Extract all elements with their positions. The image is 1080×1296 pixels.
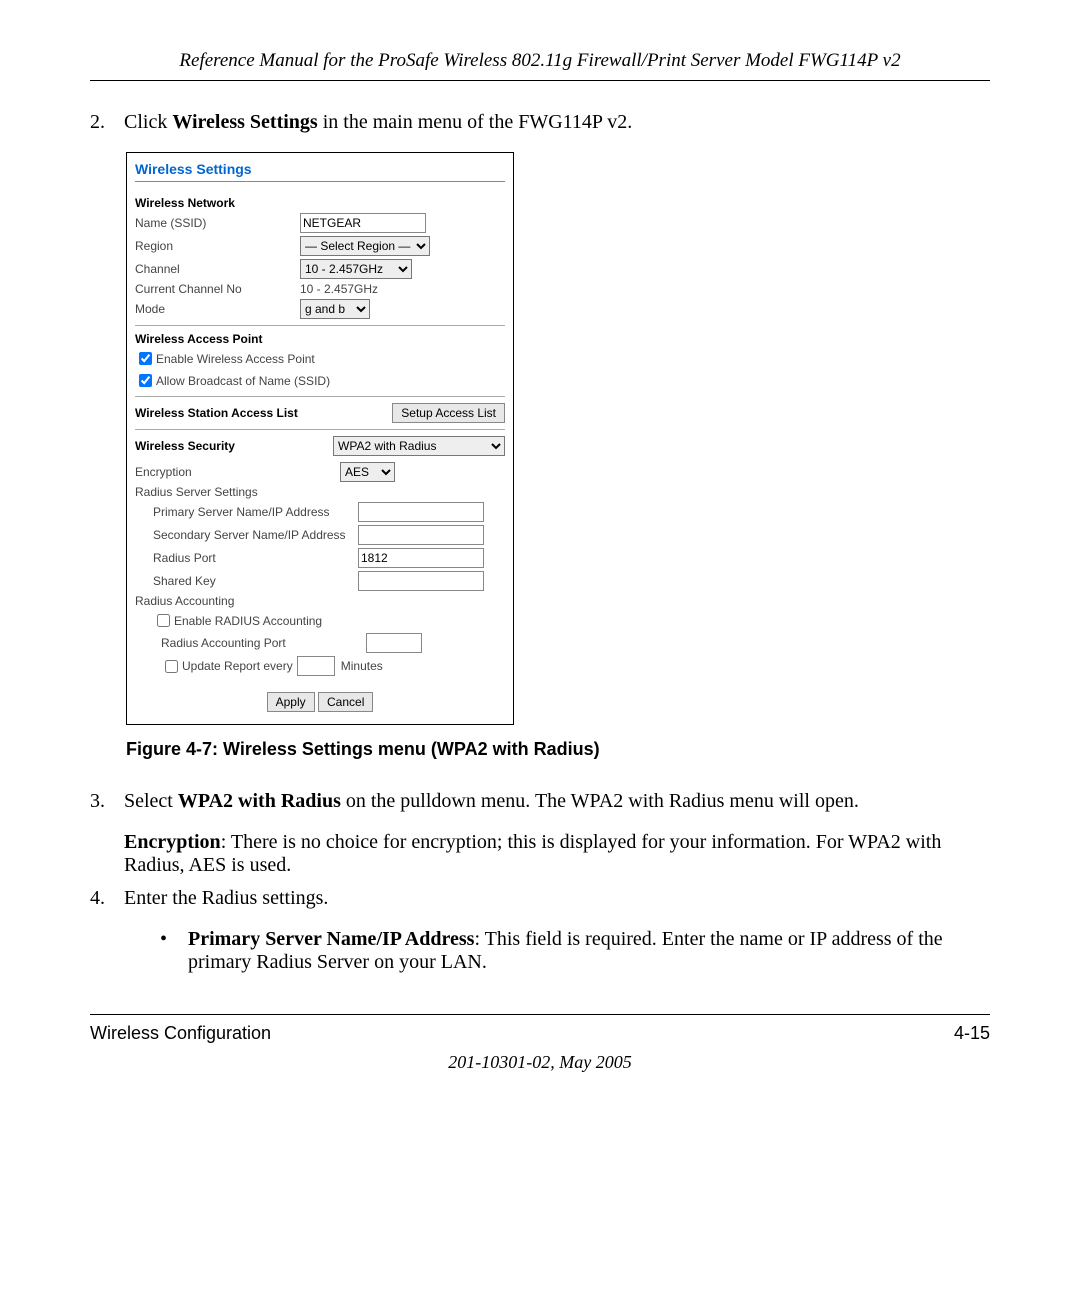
- update-report-checkbox[interactable]: [165, 660, 178, 673]
- step-3-bold: WPA2 with Radius: [178, 790, 341, 812]
- wireless-settings-panel: Wireless Settings Wireless Network Name …: [126, 152, 514, 725]
- encryption-bold: Encryption: [124, 831, 221, 853]
- step-4-text: Enter the Radius settings.: [124, 887, 990, 910]
- footer-rule: [90, 1014, 990, 1015]
- step-3-continued: Encryption: There is no choice for encry…: [124, 831, 990, 877]
- primary-server-input[interactable]: [358, 502, 484, 522]
- step-2-post: in the main menu of the FWG114P v2.: [318, 111, 633, 133]
- panel-title: Wireless Settings: [135, 161, 505, 182]
- step-2-pre: Click: [124, 111, 172, 133]
- figure-caption: Figure 4-7: Wireless Settings menu (WPA2…: [126, 739, 990, 760]
- radius-accounting-label: Radius Accounting: [135, 594, 234, 608]
- footer-left: Wireless Configuration: [90, 1023, 271, 1044]
- enable-wap-checkbox[interactable]: [139, 352, 152, 365]
- mode-label: Mode: [135, 302, 300, 316]
- apply-button[interactable]: Apply: [267, 692, 315, 712]
- mode-select[interactable]: g and b: [300, 299, 370, 319]
- encryption-label: Encryption: [135, 465, 340, 479]
- update-report-label: Update Report every: [182, 659, 293, 673]
- header-rule: [90, 80, 990, 81]
- enable-radius-accounting-label: Enable RADIUS Accounting: [174, 614, 322, 628]
- step-3-post: on the pulldown menu. The WPA2 with Radi…: [341, 790, 859, 812]
- step-3: 3. Select WPA2 with Radius on the pulldo…: [90, 790, 990, 813]
- allow-broadcast-checkbox[interactable]: [139, 374, 152, 387]
- security-select[interactable]: WPA2 with Radius: [333, 436, 505, 456]
- footer-row: Wireless Configuration 4-15: [90, 1023, 990, 1044]
- radius-port-label: Radius Port: [135, 551, 358, 565]
- step-3-pre: Select: [124, 790, 178, 812]
- channel-select[interactable]: 10 - 2.457GHz: [300, 259, 412, 279]
- cancel-button[interactable]: Cancel: [318, 692, 373, 712]
- step-4: 4. Enter the Radius settings.: [90, 887, 990, 910]
- secondary-server-label: Secondary Server Name/IP Address: [135, 528, 358, 542]
- secondary-server-input[interactable]: [358, 525, 484, 545]
- radius-port-input[interactable]: [358, 548, 484, 568]
- step-2: 2. Click Wireless Settings in the main m…: [90, 111, 990, 134]
- radius-accounting-port-input[interactable]: [366, 633, 422, 653]
- step-3-number: 3.: [90, 790, 124, 813]
- setup-access-list-button[interactable]: Setup Access List: [392, 403, 505, 423]
- current-channel-label: Current Channel No: [135, 282, 300, 296]
- step-4-number: 4.: [90, 887, 124, 910]
- channel-label: Channel: [135, 262, 300, 276]
- minutes-label: Minutes: [341, 659, 383, 673]
- enable-wap-label: Enable Wireless Access Point: [156, 352, 315, 366]
- step-2-bold: Wireless Settings: [172, 111, 317, 133]
- encryption-rest: : There is no choice for encryption; thi…: [124, 831, 941, 876]
- bullet-dot: •: [160, 928, 188, 974]
- section-wap: Wireless Access Point: [135, 332, 505, 346]
- footer-right: 4-15: [954, 1023, 990, 1044]
- enable-radius-accounting-checkbox[interactable]: [157, 614, 170, 627]
- ssid-input[interactable]: [300, 213, 426, 233]
- region-label: Region: [135, 239, 300, 253]
- allow-broadcast-label: Allow Broadcast of Name (SSID): [156, 374, 330, 388]
- update-report-input[interactable]: [297, 656, 335, 676]
- shared-key-label: Shared Key: [135, 574, 358, 588]
- ssid-label: Name (SSID): [135, 216, 300, 230]
- bullet-bold: Primary Server Name/IP Address: [188, 928, 474, 950]
- step-4-bullet: • Primary Server Name/IP Address: This f…: [160, 928, 990, 974]
- section-wireless-network: Wireless Network: [135, 196, 505, 210]
- region-select[interactable]: — Select Region —: [300, 236, 430, 256]
- primary-server-label: Primary Server Name/IP Address: [135, 505, 358, 519]
- section-wireless-security: Wireless Security: [135, 439, 235, 453]
- shared-key-input[interactable]: [358, 571, 484, 591]
- current-channel-value: 10 - 2.457GHz: [300, 282, 378, 296]
- radius-accounting-port-label: Radius Accounting Port: [135, 636, 366, 650]
- section-access-list: Wireless Station Access List: [135, 406, 298, 420]
- encryption-select[interactable]: AES: [340, 462, 395, 482]
- step-2-number: 2.: [90, 111, 124, 134]
- page-header: Reference Manual for the ProSafe Wireles…: [90, 50, 990, 80]
- radius-server-settings-label: Radius Server Settings: [135, 485, 258, 499]
- footer-center: 201-10301-02, May 2005: [90, 1052, 990, 1073]
